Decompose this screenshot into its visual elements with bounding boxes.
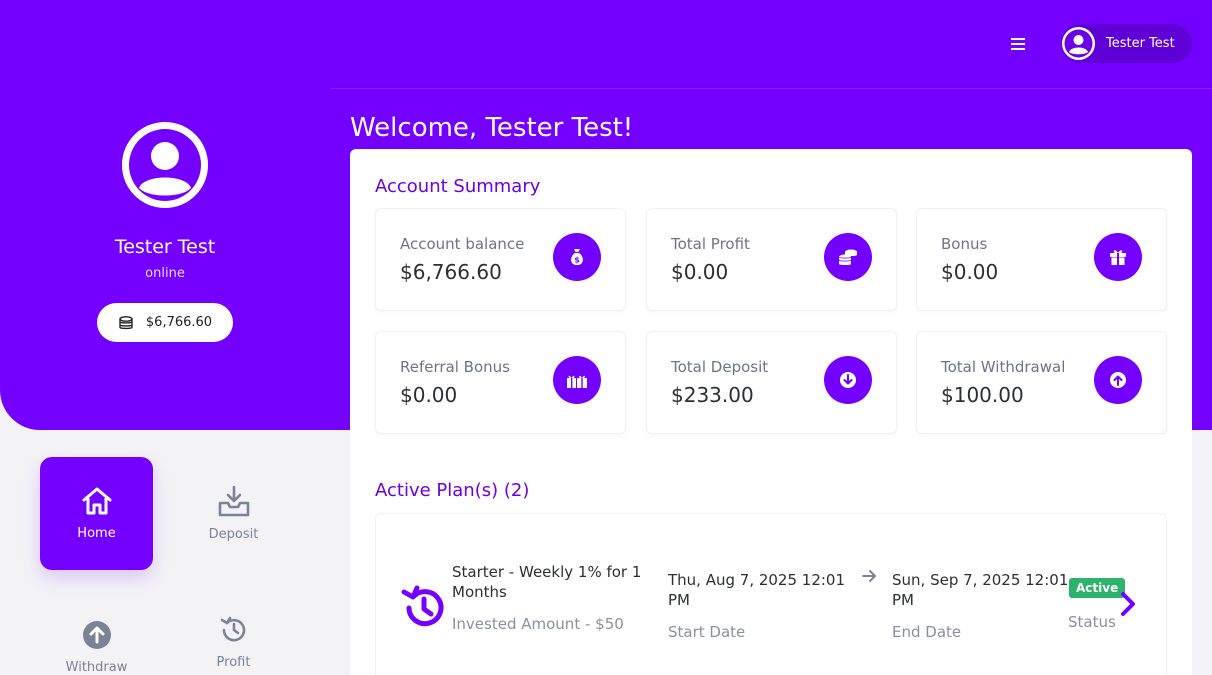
gifts-icon xyxy=(553,356,601,404)
page-title: Welcome, Tester Test! xyxy=(350,113,634,143)
main-card: Account Summary Account balance $6,766.6… xyxy=(350,149,1192,675)
chevron-right-icon[interactable] xyxy=(1120,591,1136,621)
plan-end-date: Sun, Sep 7, 2025 12:01 PM xyxy=(892,571,1069,609)
profile-name: Tester Test xyxy=(114,236,216,258)
nav-home-label: Home xyxy=(77,526,116,541)
stat-total-profit: Total Profit $0.00 xyxy=(646,208,897,311)
svg-text:$: $ xyxy=(574,256,580,265)
deposit-icon xyxy=(218,485,249,517)
stat-label: Total Withdrawal xyxy=(941,358,1066,376)
menu-button[interactable] xyxy=(1006,32,1030,56)
plan-start-date: Thu, Aug 7, 2025 12:01 PM xyxy=(668,571,846,609)
arrow-right-icon xyxy=(862,568,878,587)
money-bag-icon: $ xyxy=(553,233,601,281)
plan-card: Starter - Weekly 1% for 1 Months Investe… xyxy=(375,513,1167,675)
status-badge: Active xyxy=(1069,578,1126,598)
user-name: Tester Test xyxy=(1106,36,1175,51)
stat-label: Total Deposit xyxy=(671,358,769,376)
active-plans-title: Active Plan(s) (2) xyxy=(375,480,530,501)
coins-icon xyxy=(824,233,872,281)
stat-value: $0.00 xyxy=(671,260,729,284)
profile-status: online xyxy=(145,266,185,281)
history-icon xyxy=(220,616,245,642)
stat-account-balance: Account balance $6,766.60 $ xyxy=(375,208,626,311)
hamburger-icon xyxy=(1011,38,1025,50)
balance-pill[interactable]: $6,766.60 xyxy=(97,303,233,342)
stat-value: $0.00 xyxy=(941,260,999,284)
stat-total-withdrawal: Total Withdrawal $100.00 xyxy=(916,331,1167,434)
history-icon xyxy=(400,584,448,636)
stat-value: $0.00 xyxy=(400,383,458,407)
user-avatar-icon xyxy=(1062,27,1095,60)
nav-home[interactable]: Home xyxy=(40,457,153,570)
withdraw-icon xyxy=(82,621,111,649)
arrow-down-circle-icon xyxy=(824,356,872,404)
coins-icon xyxy=(119,315,133,329)
stat-bonus: Bonus $0.00 xyxy=(916,208,1167,311)
nav-deposit[interactable]: Deposit xyxy=(177,457,290,570)
stat-label: Bonus xyxy=(941,235,988,253)
plan-amount: Invested Amount - $50 xyxy=(452,615,624,633)
nav-withdraw-label: Withdraw xyxy=(65,660,128,675)
nav-withdraw[interactable]: Withdraw xyxy=(40,591,153,675)
stat-label: Total Profit xyxy=(671,235,750,253)
stat-label: Referral Bonus xyxy=(400,358,510,376)
account-summary-title: Account Summary xyxy=(375,176,541,197)
topbar-divider xyxy=(330,88,1212,89)
home-icon xyxy=(82,487,111,515)
stat-label: Account balance xyxy=(400,235,525,253)
stat-value: $6,766.60 xyxy=(400,260,502,284)
nav-deposit-label: Deposit xyxy=(208,527,259,542)
arrow-up-circle-icon xyxy=(1094,356,1142,404)
plan-status-label: Status xyxy=(1068,613,1116,631)
stat-value: $100.00 xyxy=(941,383,1024,407)
plan-start-label: Start Date xyxy=(668,623,746,641)
gift-icon xyxy=(1094,233,1142,281)
nav-profit-label: Profit xyxy=(216,655,251,670)
nav-profit[interactable]: Profit xyxy=(177,586,290,675)
user-menu[interactable]: Tester Test xyxy=(1061,24,1192,63)
plan-end-label: End Date xyxy=(892,623,962,641)
balance-value: $6,766.60 xyxy=(145,315,213,330)
stat-value: $233.00 xyxy=(671,383,754,407)
stat-total-deposit: Total Deposit $233.00 xyxy=(646,331,897,434)
stat-referral-bonus: Referral Bonus $0.00 xyxy=(375,331,626,434)
plan-name: Starter - Weekly 1% for 1 Months xyxy=(452,563,642,601)
profile-avatar-icon xyxy=(122,122,208,208)
